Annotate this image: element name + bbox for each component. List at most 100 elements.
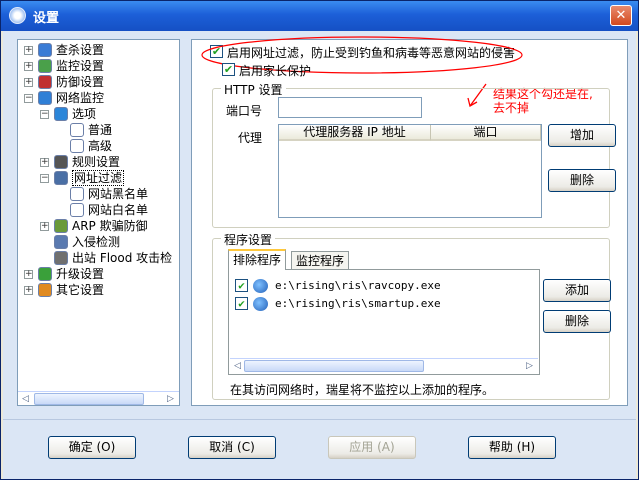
tree-item-label: 网址过滤 xyxy=(72,170,125,186)
proxy-list[interactable]: 代理服务器 IP 地址 端口 xyxy=(278,124,542,218)
tree-item-9[interactable]: 网站黑名单 xyxy=(18,186,179,202)
flood-icon xyxy=(54,251,68,265)
page-icon xyxy=(70,139,84,153)
tree-expander-icon[interactable]: + xyxy=(24,270,33,279)
magnifier-icon xyxy=(38,43,52,57)
filter-icon xyxy=(54,171,68,185)
tree-item-6[interactable]: 高级 xyxy=(18,138,179,154)
dialog-footer: 确定 (O) 取消 (C) 应用 (A) 帮助 (H) xyxy=(3,419,636,479)
shield-icon xyxy=(38,75,52,89)
program-note: 在其访问网络时，瑞星将不监控以上添加的程序。 xyxy=(230,383,495,397)
page-icon xyxy=(70,187,84,201)
misc-icon xyxy=(38,283,52,297)
tree-item-8[interactable]: − 网址过滤 xyxy=(18,170,179,186)
settings-window: 设置 ✕ + 查杀设置 + 监控设置 + 防御设置 − 网络监控 − 选项 普通 高级 + 规则设置 − 网址… xyxy=(0,0,639,480)
tree-item-3[interactable]: − 网络监控 xyxy=(18,90,179,106)
scroll-thumb[interactable] xyxy=(34,393,144,405)
tree-item-label: 网站黑名单 xyxy=(88,187,149,201)
tree-expander-icon[interactable]: + xyxy=(24,286,33,295)
add-program-button[interactable]: 添加 xyxy=(543,279,611,302)
page-icon xyxy=(70,123,84,137)
tree-expander-icon[interactable]: + xyxy=(24,78,33,87)
tree-item-label: 防御设置 xyxy=(56,75,105,89)
scroll-left-arrow-icon[interactable]: ◁ xyxy=(18,392,33,405)
tree-expander-icon[interactable]: − xyxy=(40,110,49,119)
tree-item-11[interactable]: + ARP 欺骗防御 xyxy=(18,218,179,234)
program-group-title: 程序设置 xyxy=(221,231,276,248)
app-logo-icon xyxy=(9,7,26,24)
tree-item-5[interactable]: 普通 xyxy=(18,122,179,138)
tree-expander-icon[interactable]: + xyxy=(40,158,49,167)
tree-expander-icon[interactable]: + xyxy=(40,222,49,231)
settings-tree: + 查杀设置 + 监控设置 + 防御设置 − 网络监控 − 选项 普通 高级 + 规则设置 − 网址过滤 网站黑… xyxy=(17,39,180,406)
tree-item-15[interactable]: + 其它设置 xyxy=(18,282,179,298)
tree-item-label: 升级设置 xyxy=(56,267,105,281)
tree-item-12[interactable]: 入侵检测 xyxy=(18,234,179,250)
tab-excluded-programs[interactable]: 排除程序 xyxy=(228,249,287,270)
tree-item-label: 网络监控 xyxy=(56,91,105,105)
delete-proxy-button[interactable]: 删除 xyxy=(548,169,616,192)
proxy-port-column-header[interactable]: 端口 xyxy=(431,125,541,141)
tree-expander-icon[interactable]: − xyxy=(40,174,49,183)
tree-expander-icon[interactable]: + xyxy=(24,46,33,55)
program-exe-icon xyxy=(253,279,268,293)
program-row-checkbox[interactable]: ✔ xyxy=(235,279,248,292)
apply-button[interactable]: 应用 (A) xyxy=(328,436,416,459)
tree-item-2[interactable]: + 防御设置 xyxy=(18,74,179,90)
tree-item-13[interactable]: 出站 Flood 攻击检 xyxy=(18,250,179,266)
proxy-ip-column-header[interactable]: 代理服务器 IP 地址 xyxy=(279,125,431,141)
tree-item-label: 监控设置 xyxy=(56,59,105,73)
scroll-right-arrow-icon[interactable]: ▷ xyxy=(163,392,178,405)
tree-item-1[interactable]: + 监控设置 xyxy=(18,58,179,74)
monitor-icon xyxy=(38,59,52,73)
help-button[interactable]: 帮助 (H) xyxy=(468,436,556,459)
ok-button[interactable]: 确定 (O) xyxy=(48,436,136,459)
tree-item-label: 选项 xyxy=(72,107,97,121)
tab-monitored-programs[interactable]: 监控程序 xyxy=(291,251,350,271)
arp-icon xyxy=(54,219,68,233)
close-button[interactable]: ✕ xyxy=(610,5,632,26)
delete-program-button[interactable]: 删除 xyxy=(543,310,611,333)
program-path: e:\rising\ris\smartup.exe xyxy=(275,297,441,310)
tree-item-7[interactable]: + 规则设置 xyxy=(18,154,179,170)
upgrade-icon xyxy=(38,267,52,281)
tree-item-4[interactable]: − 选项 xyxy=(18,106,179,122)
program-path: e:\rising\ris\ravcopy.exe xyxy=(275,279,441,292)
program-scroll-right-icon[interactable]: ▷ xyxy=(522,359,537,374)
program-scroll-thumb[interactable] xyxy=(244,360,424,372)
dialog-body: + 查杀设置 + 监控设置 + 防御设置 − 网络监控 − 选项 普通 高级 + 规则设置 − 网址过滤 网站黑… xyxy=(3,31,636,479)
tree-item-label: 普通 xyxy=(88,123,113,137)
program-row-checkbox[interactable]: ✔ xyxy=(235,297,248,310)
tree-item-label: 入侵检测 xyxy=(72,235,121,249)
add-proxy-button[interactable]: 增加 xyxy=(548,124,616,147)
program-list-scrollbar[interactable]: ◁ ▷ xyxy=(230,358,538,373)
rules-icon xyxy=(54,155,68,169)
tree-item-0[interactable]: + 查杀设置 xyxy=(18,42,179,58)
title-bar[interactable]: 设置 ✕ xyxy=(1,1,638,31)
cancel-button[interactable]: 取消 (C) xyxy=(188,436,276,459)
tree-item-label: ARP 欺骗防御 xyxy=(72,219,148,233)
tree-item-label: 规则设置 xyxy=(72,155,121,169)
program-list[interactable]: ✔ e:\rising\ris\ravcopy.exe ✔ e:\rising\ris… xyxy=(228,269,540,375)
parental-protection-label: 启用家长保护 xyxy=(239,64,312,78)
http-group-title: HTTP 设置 xyxy=(221,81,286,98)
tree-item-14[interactable]: + 升级设置 xyxy=(18,266,179,282)
port-label: 端口号 xyxy=(226,104,263,118)
port-input[interactable] xyxy=(278,97,422,118)
tree-item-label: 查杀设置 xyxy=(56,43,105,57)
tree-item-10[interactable]: 网站白名单 xyxy=(18,202,179,218)
page-icon xyxy=(70,203,84,217)
proxy-label: 代理 xyxy=(238,131,263,145)
window-title: 设置 xyxy=(33,11,60,26)
tree-item-label: 网站白名单 xyxy=(88,203,149,217)
program-scroll-left-icon[interactable]: ◁ xyxy=(230,359,245,374)
tree-expander-icon[interactable]: − xyxy=(24,94,33,103)
globe-icon xyxy=(38,91,52,105)
program-exe-icon xyxy=(253,297,268,311)
gear-icon xyxy=(54,107,68,121)
tree-expander-icon[interactable]: + xyxy=(24,62,33,71)
tree-item-label: 其它设置 xyxy=(56,283,105,297)
parental-protection-checkbox[interactable]: ✔ xyxy=(222,63,235,76)
tree-item-label: 出站 Flood 攻击检 xyxy=(72,251,173,265)
tree-horizontal-scrollbar[interactable]: ◁ ▷ xyxy=(18,391,179,405)
